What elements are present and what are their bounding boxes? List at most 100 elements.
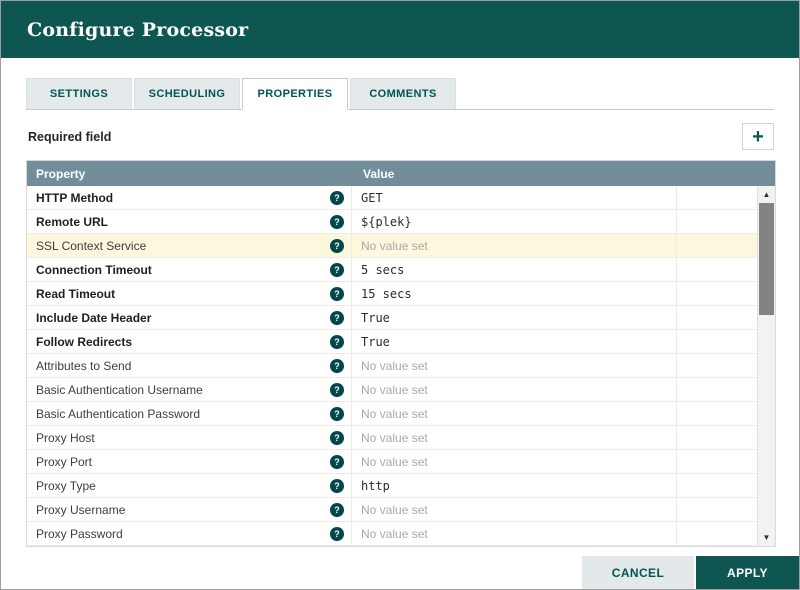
value-cell[interactable]: No value set [352,378,677,401]
value-cell[interactable]: No value set [352,498,677,521]
row-spacer [677,234,757,257]
arrow-up-icon: ▲ [762,190,771,199]
property-name: Basic Authentication Username [36,382,203,397]
property-cell: Remote URL ? [27,210,352,233]
property-cell: Basic Authentication Password ? [27,402,352,425]
help-icon[interactable]: ? [330,382,344,397]
table-row[interactable]: Proxy Username ? No value set [27,498,757,522]
property-cell: HTTP Method ? [27,186,352,209]
table-body: HTTP Method ? GET Remote URL ? ${plek} S… [27,186,775,546]
value-cell[interactable]: No value set [352,450,677,473]
property-name: Include Date Header [36,310,152,325]
value-cell[interactable]: No value set [352,402,677,425]
row-spacer [677,186,757,209]
table-row[interactable]: Remote URL ? ${plek} [27,210,757,234]
property-cell: Include Date Header ? [27,306,352,329]
help-icon[interactable]: ? [330,286,344,301]
tab-properties[interactable]: PROPERTIES [242,78,348,110]
help-icon[interactable]: ? [330,334,344,349]
scroll-down-button[interactable]: ▼ [758,529,775,546]
value-cell[interactable]: No value set [352,354,677,377]
property-name: Follow Redirects [36,334,133,349]
table-row[interactable]: Proxy Type ? http [27,474,757,498]
property-name: Proxy Port [36,454,93,469]
help-icon[interactable]: ? [330,358,344,373]
help-icon[interactable]: ? [330,526,344,541]
table-row[interactable]: Attributes to Send ? No value set [27,354,757,378]
property-cell: Proxy Password ? [27,522,352,545]
row-spacer [677,306,757,329]
dialog-footer: CANCEL APPLY [582,556,799,589]
table-row[interactable]: SSL Context Service ? No value set [27,234,757,258]
property-name: Connection Timeout [36,262,152,277]
value-cell[interactable]: http [352,474,677,497]
tab-bar: SETTINGS SCHEDULING PROPERTIES COMMENTS [26,78,774,110]
help-icon[interactable]: ? [330,406,344,421]
scrollbar[interactable]: ▲ ▼ [757,186,775,546]
tab-comments[interactable]: COMMENTS [350,78,456,109]
table-row[interactable]: Read Timeout ? 15 secs [27,282,757,306]
help-icon[interactable]: ? [330,454,344,469]
help-icon[interactable]: ? [330,478,344,493]
table-row[interactable]: Proxy Host ? No value set [27,426,757,450]
column-header-value: Value [363,166,395,181]
table-row[interactable]: Connection Timeout ? 5 secs [27,258,757,282]
row-spacer [677,474,757,497]
value-cell[interactable]: ${plek} [352,210,677,233]
help-icon[interactable]: ? [330,310,344,325]
row-spacer [677,402,757,425]
table-row[interactable]: Proxy Port ? No value set [27,450,757,474]
help-icon[interactable]: ? [330,190,344,205]
help-icon[interactable]: ? [330,262,344,277]
tab-settings[interactable]: SETTINGS [26,78,132,109]
table-row[interactable]: Basic Authentication Username ? No value… [27,378,757,402]
value-cell[interactable]: True [352,306,677,329]
scroll-thumb[interactable] [759,203,774,315]
help-icon[interactable]: ? [330,238,344,253]
property-name: Read Timeout [36,286,116,301]
table-row[interactable]: Basic Authentication Password ? No value… [27,402,757,426]
cancel-button[interactable]: CANCEL [582,556,694,589]
apply-button[interactable]: APPLY [696,556,799,589]
table-row[interactable]: HTTP Method ? GET [27,186,757,210]
property-name: Proxy Type [36,478,96,493]
scroll-up-button[interactable]: ▲ [758,186,775,203]
property-name: Basic Authentication Password [36,406,201,421]
value-cell[interactable]: GET [352,186,677,209]
plus-icon: + [752,125,764,148]
add-property-button[interactable]: + [742,123,774,150]
value-cell[interactable]: No value set [352,522,677,545]
dialog-title: Configure Processor [27,18,249,41]
property-name: HTTP Method [36,190,114,205]
property-cell: SSL Context Service ? [27,234,352,257]
row-spacer [677,426,757,449]
row-spacer [677,330,757,353]
property-cell: Proxy Username ? [27,498,352,521]
help-icon[interactable]: ? [330,430,344,445]
property-cell: Follow Redirects ? [27,330,352,353]
value-cell[interactable]: 15 secs [352,282,677,305]
row-spacer [677,282,757,305]
property-cell: Proxy Type ? [27,474,352,497]
row-spacer [677,210,757,233]
value-cell[interactable]: No value set [352,234,677,257]
table-header-row: Property Value [27,161,775,186]
property-name: Remote URL [36,214,109,229]
property-cell: Connection Timeout ? [27,258,352,281]
table-row[interactable]: Include Date Header ? True [27,306,757,330]
table-row[interactable]: Proxy Password ? No value set [27,522,757,546]
value-cell[interactable]: No value set [352,426,677,449]
configure-processor-dialog: Configure Processor SETTINGS SCHEDULING … [0,0,800,590]
table-row[interactable]: Follow Redirects ? True [27,330,757,354]
property-cell: Proxy Host ? [27,426,352,449]
row-spacer [677,450,757,473]
column-header-property: Property [36,166,86,181]
property-name: Attributes to Send [36,358,132,373]
tab-scheduling[interactable]: SCHEDULING [134,78,240,109]
help-icon[interactable]: ? [330,214,344,229]
help-icon[interactable]: ? [330,502,344,517]
property-cell: Attributes to Send ? [27,354,352,377]
value-cell[interactable]: 5 secs [352,258,677,281]
property-cell: Basic Authentication Username ? [27,378,352,401]
value-cell[interactable]: True [352,330,677,353]
